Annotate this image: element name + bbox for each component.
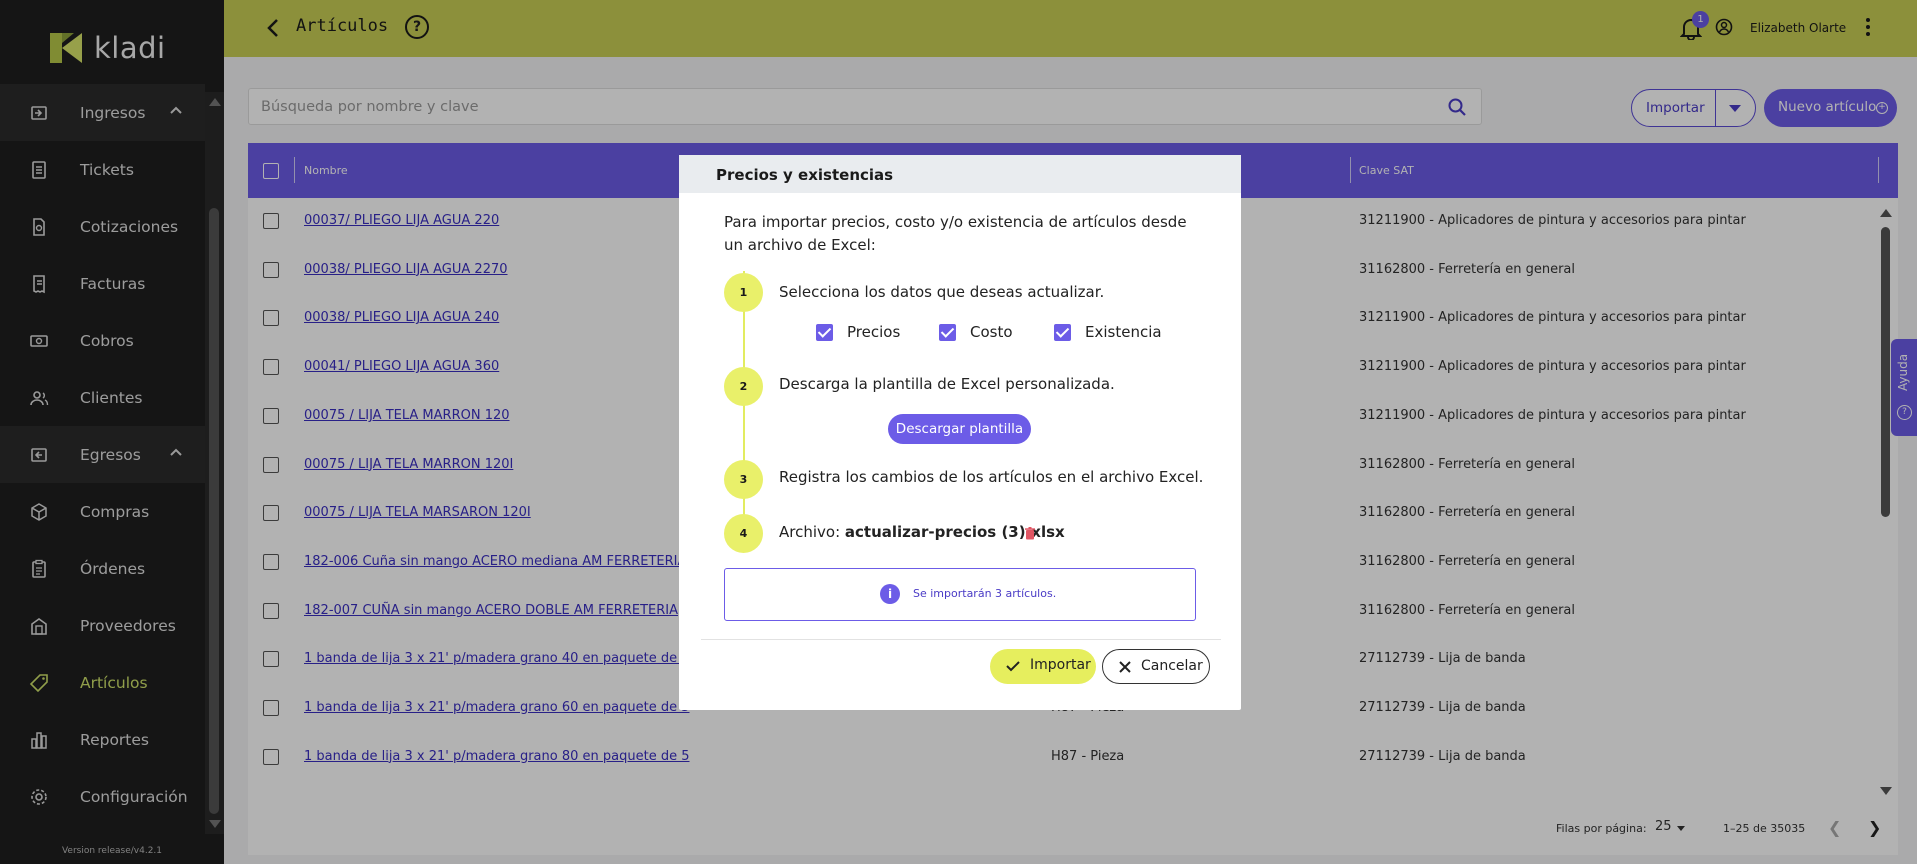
- info-icon: i: [880, 584, 900, 604]
- step-number: 1: [724, 273, 763, 312]
- check-icon: [1006, 661, 1020, 672]
- checkbox-costo[interactable]: Costo: [939, 323, 1013, 341]
- import-info-text: Se importarán 3 artículos.: [913, 587, 1057, 600]
- checkbox-checked-icon[interactable]: [816, 323, 833, 341]
- step-text: Descarga la plantilla de Excel personali…: [779, 375, 1115, 393]
- import-confirm-label: Importar: [1030, 657, 1091, 673]
- checkbox-checked-icon[interactable]: [939, 323, 956, 341]
- checkbox-label: Existencia: [1085, 323, 1162, 341]
- file-line: Archivo: actualizar-precios (3).xlsx: [779, 523, 1065, 541]
- checkbox-precios[interactable]: Precios: [816, 323, 900, 341]
- modal-title: Precios y existencias: [716, 166, 894, 184]
- step-number: 3: [724, 460, 763, 499]
- step-number: 4: [724, 514, 763, 553]
- checkbox-checked-icon[interactable]: [1054, 323, 1071, 341]
- import-confirm-button[interactable]: Importar: [990, 649, 1096, 684]
- modal-header: Precios y existencias: [679, 155, 1241, 193]
- file-label: Archivo:: [779, 523, 845, 541]
- checkbox-label: Precios: [847, 323, 901, 341]
- step-number: 2: [724, 367, 763, 406]
- step-text: Selecciona los datos que deseas actualiz…: [779, 283, 1105, 301]
- prices-stock-modal: Precios y existencias Para importar prec…: [679, 155, 1241, 710]
- import-info-box: i Se importarán 3 artículos.: [724, 568, 1196, 621]
- step-text: Registra los cambios de los artículos en…: [779, 468, 1204, 486]
- close-icon: [1119, 661, 1131, 673]
- download-template-button[interactable]: Descargar plantilla: [888, 414, 1031, 444]
- checkbox-existencia[interactable]: Existencia: [1054, 323, 1162, 341]
- modal-intro: Para importar precios, costo y/o existen…: [724, 213, 1187, 254]
- cancel-button[interactable]: Cancelar: [1102, 649, 1210, 684]
- checkbox-label: Costo: [970, 323, 1013, 341]
- cancel-label: Cancelar: [1141, 658, 1203, 674]
- modal-divider: [701, 639, 1221, 640]
- trash-icon[interactable]: [1024, 527, 1036, 540]
